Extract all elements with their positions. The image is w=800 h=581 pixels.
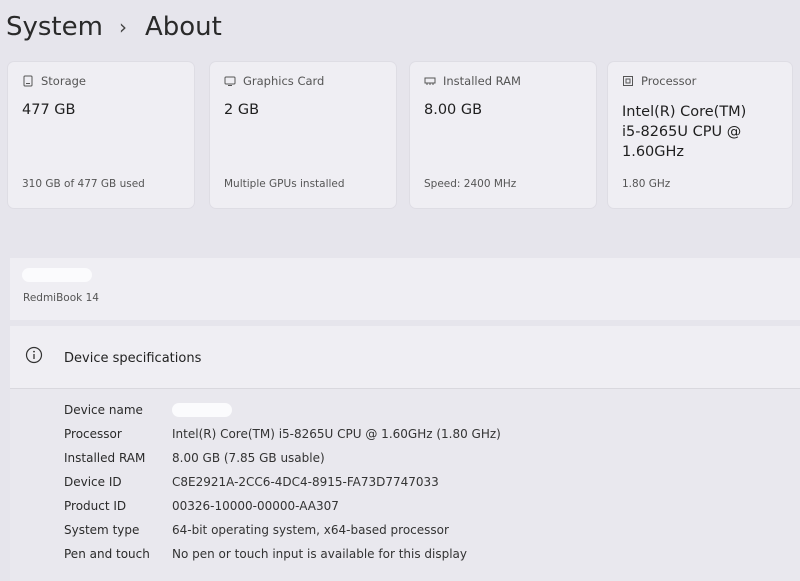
graphics-card-title: Graphics Card — [243, 74, 325, 88]
graphics-card-header: Graphics Card — [224, 74, 324, 88]
spec-row-processor: Processor Intel(R) Core(TM) i5-8265U CPU… — [64, 422, 501, 446]
redacted-device-name — [22, 268, 92, 282]
processor-value-line: i5-8265U CPU @ — [622, 124, 742, 140]
processor-card-header: Processor — [622, 74, 696, 88]
processor-speed: 1.80 GHz — [622, 178, 671, 190]
device-specifications-section: Device specifications Device name Proces… — [10, 326, 800, 581]
spec-value: 8.00 GB (7.85 GB usable) — [172, 451, 325, 465]
redacted-device-name — [172, 403, 232, 418]
processor-value-line: 1.60GHz — [622, 144, 685, 160]
page-title: About — [144, 12, 222, 42]
device-model: RedmiBook 14 — [23, 292, 99, 304]
storage-card-title: Storage — [41, 74, 86, 88]
processor-card[interactable]: Processor Intel(R) Core(TM) i5-8265U CPU… — [608, 62, 792, 208]
ram-speed: Speed: 2400 MHz — [424, 178, 517, 190]
breadcrumb: System › About — [6, 8, 222, 46]
spec-label: Processor — [64, 427, 122, 441]
info-icon — [25, 346, 43, 364]
spec-value-device-name — [172, 403, 232, 418]
device-specifications-title: Device specifications — [64, 351, 202, 366]
spec-label: Device ID — [64, 475, 122, 489]
spec-label: Pen and touch — [64, 547, 150, 561]
ram-value: 8.00 GB — [424, 102, 483, 118]
spec-value: C8E2921A-2CC6-4DC4-8915-FA73D7747033 — [172, 475, 439, 489]
graphics-card-value: 2 GB — [224, 102, 260, 118]
spec-value: 00326-10000-00000-AA307 — [172, 499, 339, 513]
graphics-card-info: Multiple GPUs installed — [224, 178, 345, 190]
ram-icon — [424, 77, 436, 85]
processor-value: Intel(R) Core(TM) i5-8265U CPU @ 1.60GHz — [622, 102, 746, 162]
processor-icon — [623, 76, 633, 86]
graphics-card-card[interactable]: Graphics Card 2 GB Multiple GPUs install… — [210, 62, 396, 208]
ram-card[interactable]: Installed RAM 8.00 GB Speed: 2400 MHz — [410, 62, 596, 208]
storage-usage: 310 GB of 477 GB used — [22, 178, 145, 190]
spec-label: Installed RAM — [64, 451, 146, 465]
spec-row-device-id: Device ID C8E2921A-2CC6-4DC4-8915-FA73D7… — [64, 470, 501, 494]
breadcrumb-system[interactable]: System — [6, 12, 103, 42]
spec-value: 64-bit operating system, x64-based proce… — [172, 523, 449, 537]
ram-card-title: Installed RAM — [443, 74, 521, 88]
spec-label: Device name — [64, 403, 143, 417]
device-name-row[interactable]: RedmiBook 14 — [10, 258, 800, 320]
ram-card-header: Installed RAM — [424, 74, 521, 88]
spec-label: System type — [64, 523, 140, 537]
storage-icon — [23, 75, 33, 87]
storage-card-header: Storage — [22, 74, 86, 88]
spec-row-pen-and-touch: Pen and touch No pen or touch input is a… — [64, 542, 501, 566]
device-specifications-header[interactable]: Device specifications — [10, 326, 800, 389]
spec-row-installed-ram: Installed RAM 8.00 GB (7.85 GB usable) — [64, 446, 501, 470]
chevron-right-icon: › — [118, 15, 127, 39]
spec-value: Intel(R) Core(TM) i5-8265U CPU @ 1.60GHz… — [172, 427, 501, 441]
spec-label: Product ID — [64, 499, 127, 513]
processor-card-title: Processor — [641, 74, 697, 88]
spec-row-product-id: Product ID 00326-10000-00000-AA307 — [64, 494, 501, 518]
spec-value: No pen or touch input is available for t… — [172, 547, 468, 561]
processor-value-line: Intel(R) Core(TM) — [622, 104, 747, 120]
spec-table: Device name Processor Intel(R) Core(TM) … — [64, 398, 501, 566]
spec-row-system-type: System type 64-bit operating system, x64… — [64, 518, 501, 542]
graphics-card-icon — [224, 76, 236, 86]
storage-card[interactable]: Storage 477 GB 310 GB of 477 GB used — [8, 62, 194, 208]
spec-row-device-name: Device name — [64, 398, 501, 422]
storage-value: 477 GB — [22, 102, 76, 118]
